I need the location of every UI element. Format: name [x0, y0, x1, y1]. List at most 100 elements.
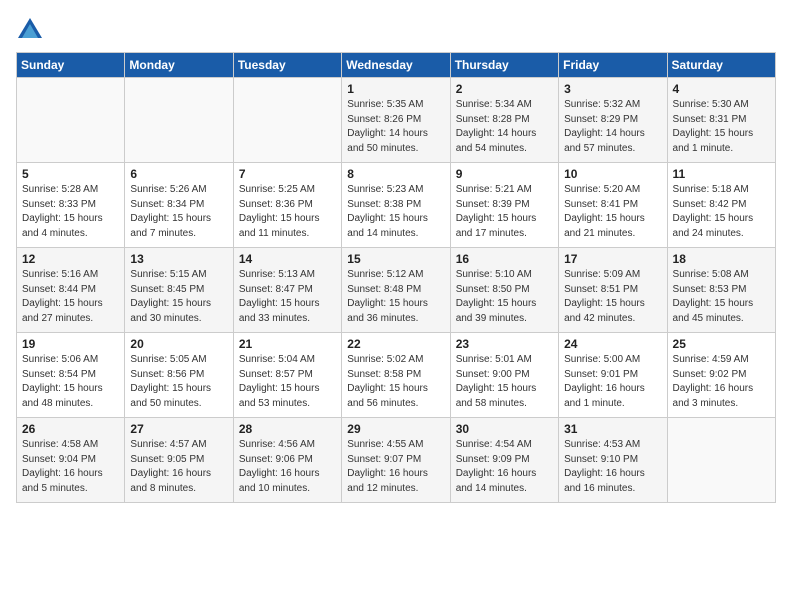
day-info: Sunrise: 5:20 AM Sunset: 8:41 PM Dayligh…	[564, 183, 661, 241]
day-number: 22	[347, 337, 444, 351]
calendar-day-23: 23 Sunrise: 5:01 AM Sunset: 9:00 PM Dayli…	[450, 333, 558, 418]
day-info: Sunrise: 5:10 AM Sunset: 8:50 PM Dayligh…	[456, 268, 553, 326]
calendar-day-20: 20 Sunrise: 5:05 AM Sunset: 8:56 PM Dayli…	[125, 333, 233, 418]
calendar-day-13: 13 Sunrise: 5:15 AM Sunset: 8:45 PM Dayli…	[125, 248, 233, 333]
day-number: 4	[673, 82, 770, 96]
calendar-day-29: 29 Sunrise: 4:55 AM Sunset: 9:07 PM Dayli…	[342, 418, 450, 503]
calendar-day-12: 12 Sunrise: 5:16 AM Sunset: 8:44 PM Dayli…	[17, 248, 125, 333]
calendar-day-empty	[233, 78, 341, 163]
day-number: 10	[564, 167, 661, 181]
calendar-day-22: 22 Sunrise: 5:02 AM Sunset: 8:58 PM Dayli…	[342, 333, 450, 418]
calendar-week-row: 1 Sunrise: 5:35 AM Sunset: 8:26 PM Daylig…	[17, 78, 776, 163]
calendar-week-row: 19Sunrise: 5:06 AM Sunset: 8:54 PM Dayli…	[17, 333, 776, 418]
weekday-header-saturday: Saturday	[667, 53, 775, 78]
calendar-day-4: 4 Sunrise: 5:30 AM Sunset: 8:31 PM Daylig…	[667, 78, 775, 163]
day-number: 5	[22, 167, 119, 181]
calendar-day-14: 14 Sunrise: 5:13 AM Sunset: 8:47 PM Dayli…	[233, 248, 341, 333]
day-info: Sunrise: 5:18 AM Sunset: 8:42 PM Dayligh…	[673, 183, 770, 241]
calendar-week-row: 12 Sunrise: 5:16 AM Sunset: 8:44 PM Dayli…	[17, 248, 776, 333]
calendar-header-row: SundayMondayTuesdayWednesdayThursdayFrid…	[17, 53, 776, 78]
calendar-day-26: 26 Sunrise: 4:58 AM Sunset: 9:04 PM Dayli…	[17, 418, 125, 503]
calendar-day-5: 5 Sunrise: 5:28 AM Sunset: 8:33 PM Daylig…	[17, 163, 125, 248]
day-info: Sunrise: 5:01 AM Sunset: 9:00 PM Dayligh…	[456, 353, 553, 411]
calendar-day-7: 7 Sunrise: 5:25 AM Sunset: 8:36 PM Daylig…	[233, 163, 341, 248]
weekday-header-sunday: Sunday	[17, 53, 125, 78]
logo-icon	[16, 16, 44, 44]
day-number: 19	[22, 337, 119, 351]
day-number: 18	[673, 252, 770, 266]
day-number: 2	[456, 82, 553, 96]
calendar-day-10: 10 Sunrise: 5:20 AM Sunset: 8:41 PM Dayli…	[559, 163, 667, 248]
page-header	[16, 16, 776, 44]
day-info: Sunrise: 4:59 AM Sunset: 9:02 PM Dayligh…	[673, 353, 770, 411]
calendar-day-6: 6Sunrise: 5:26 AM Sunset: 8:34 PM Daylig…	[125, 163, 233, 248]
day-number: 26	[22, 422, 119, 436]
calendar-day-empty	[17, 78, 125, 163]
day-info: Sunrise: 4:53 AM Sunset: 9:10 PM Dayligh…	[564, 438, 661, 496]
day-number: 1	[347, 82, 444, 96]
day-number: 30	[456, 422, 553, 436]
day-number: 9	[456, 167, 553, 181]
day-info: Sunrise: 5:02 AM Sunset: 8:58 PM Dayligh…	[347, 353, 444, 411]
calendar-day-28: 28 Sunrise: 4:56 AM Sunset: 9:06 PM Dayli…	[233, 418, 341, 503]
weekday-header-wednesday: Wednesday	[342, 53, 450, 78]
day-info: Sunrise: 5:25 AM Sunset: 8:36 PM Dayligh…	[239, 183, 336, 241]
weekday-header-friday: Friday	[559, 53, 667, 78]
day-number: 8	[347, 167, 444, 181]
day-info: Sunrise: 5:35 AM Sunset: 8:26 PM Dayligh…	[347, 98, 444, 156]
calendar-day-30: 30 Sunrise: 4:54 AM Sunset: 9:09 PM Dayli…	[450, 418, 558, 503]
day-info: Sunrise: 5:30 AM Sunset: 8:31 PM Dayligh…	[673, 98, 770, 156]
day-number: 25	[673, 337, 770, 351]
day-info: Sunrise: 5:15 AM Sunset: 8:45 PM Dayligh…	[130, 268, 227, 326]
day-info: Sunrise: 5:23 AM Sunset: 8:38 PM Dayligh…	[347, 183, 444, 241]
calendar-day-25: 25 Sunrise: 4:59 AM Sunset: 9:02 PM Dayli…	[667, 333, 775, 418]
calendar-week-row: 5 Sunrise: 5:28 AM Sunset: 8:33 PM Daylig…	[17, 163, 776, 248]
weekday-header-thursday: Thursday	[450, 53, 558, 78]
day-number: 14	[239, 252, 336, 266]
day-info: Sunrise: 4:56 AM Sunset: 9:06 PM Dayligh…	[239, 438, 336, 496]
weekday-header-monday: Monday	[125, 53, 233, 78]
day-number: 23	[456, 337, 553, 351]
day-number: 21	[239, 337, 336, 351]
calendar-day-8: 8 Sunrise: 5:23 AM Sunset: 8:38 PM Daylig…	[342, 163, 450, 248]
day-number: 28	[239, 422, 336, 436]
calendar-day-19: 19Sunrise: 5:06 AM Sunset: 8:54 PM Dayli…	[17, 333, 125, 418]
calendar-day-16: 16 Sunrise: 5:10 AM Sunset: 8:50 PM Dayli…	[450, 248, 558, 333]
day-info: Sunrise: 5:32 AM Sunset: 8:29 PM Dayligh…	[564, 98, 661, 156]
day-number: 31	[564, 422, 661, 436]
calendar-table: SundayMondayTuesdayWednesdayThursdayFrid…	[16, 52, 776, 503]
weekday-header-tuesday: Tuesday	[233, 53, 341, 78]
day-number: 12	[22, 252, 119, 266]
day-info: Sunrise: 5:13 AM Sunset: 8:47 PM Dayligh…	[239, 268, 336, 326]
day-info: Sunrise: 5:28 AM Sunset: 8:33 PM Dayligh…	[22, 183, 119, 241]
day-info: Sunrise: 5:05 AM Sunset: 8:56 PM Dayligh…	[130, 353, 227, 411]
day-info: Sunrise: 5:34 AM Sunset: 8:28 PM Dayligh…	[456, 98, 553, 156]
day-number: 16	[456, 252, 553, 266]
calendar-day-11: 11 Sunrise: 5:18 AM Sunset: 8:42 PM Dayli…	[667, 163, 775, 248]
calendar-day-2: 2 Sunrise: 5:34 AM Sunset: 8:28 PM Daylig…	[450, 78, 558, 163]
day-info: Sunrise: 5:26 AM Sunset: 8:34 PM Dayligh…	[130, 183, 227, 241]
day-number: 3	[564, 82, 661, 96]
day-info: Sunrise: 5:21 AM Sunset: 8:39 PM Dayligh…	[456, 183, 553, 241]
day-info: Sunrise: 4:54 AM Sunset: 9:09 PM Dayligh…	[456, 438, 553, 496]
calendar-day-31: 31 Sunrise: 4:53 AM Sunset: 9:10 PM Dayli…	[559, 418, 667, 503]
calendar-day-empty	[667, 418, 775, 503]
calendar-day-21: 21 Sunrise: 5:04 AM Sunset: 8:57 PM Dayli…	[233, 333, 341, 418]
day-info: Sunrise: 5:00 AM Sunset: 9:01 PM Dayligh…	[564, 353, 661, 411]
day-number: 20	[130, 337, 227, 351]
day-info: Sunrise: 4:58 AM Sunset: 9:04 PM Dayligh…	[22, 438, 119, 496]
day-number: 24	[564, 337, 661, 351]
calendar-day-empty	[125, 78, 233, 163]
day-number: 11	[673, 167, 770, 181]
calendar-week-row: 26 Sunrise: 4:58 AM Sunset: 9:04 PM Dayli…	[17, 418, 776, 503]
day-number: 13	[130, 252, 227, 266]
day-number: 7	[239, 167, 336, 181]
day-info: Sunrise: 5:08 AM Sunset: 8:53 PM Dayligh…	[673, 268, 770, 326]
day-info: Sunrise: 5:16 AM Sunset: 8:44 PM Dayligh…	[22, 268, 119, 326]
day-number: 17	[564, 252, 661, 266]
day-number: 29	[347, 422, 444, 436]
calendar-day-18: 18 Sunrise: 5:08 AM Sunset: 8:53 PM Dayli…	[667, 248, 775, 333]
day-number: 15	[347, 252, 444, 266]
day-info: Sunrise: 5:04 AM Sunset: 8:57 PM Dayligh…	[239, 353, 336, 411]
day-info: Sunrise: 4:55 AM Sunset: 9:07 PM Dayligh…	[347, 438, 444, 496]
